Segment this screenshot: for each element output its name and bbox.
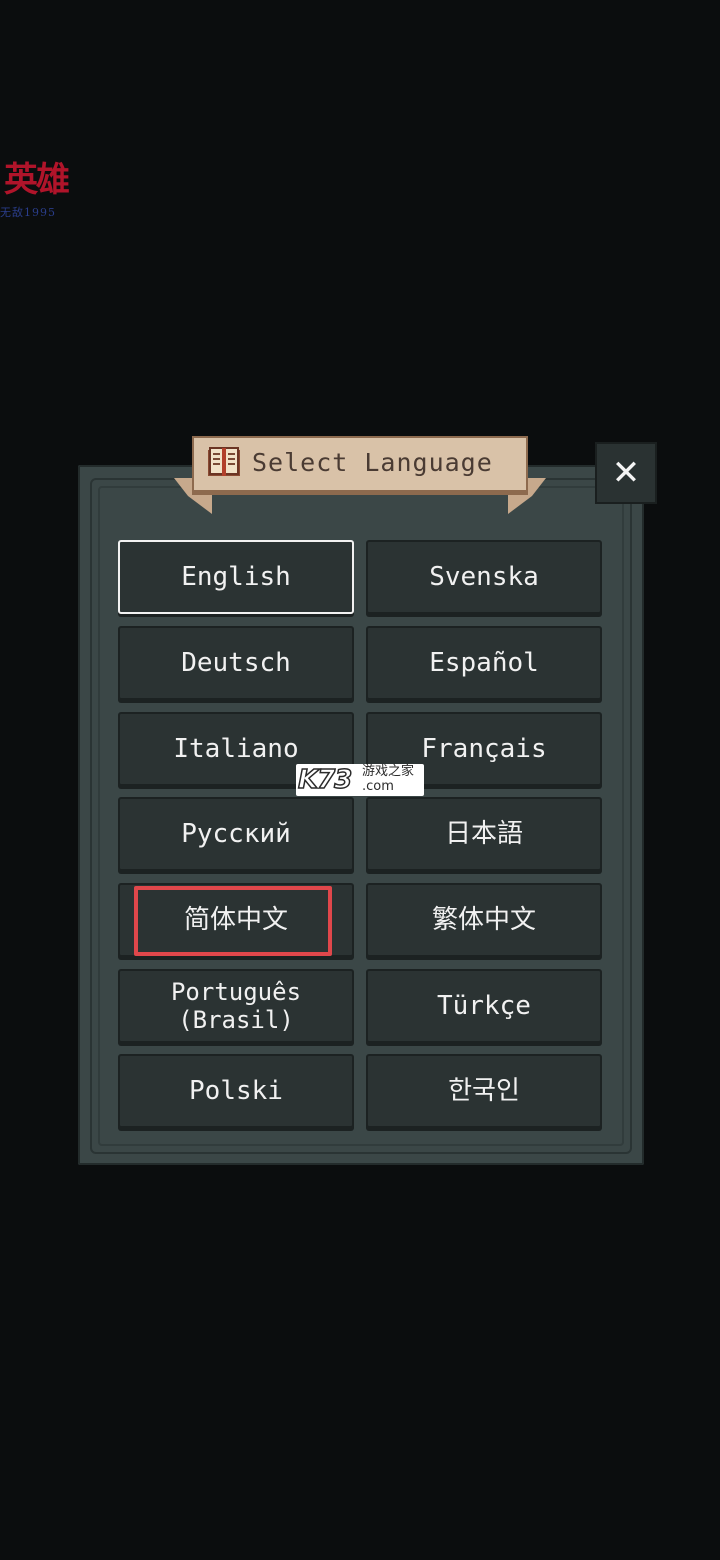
language-option-polish[interactable]: Polski — [118, 1054, 354, 1128]
language-option-japanese[interactable]: 日本語 — [366, 797, 602, 871]
watermark-domain: .com — [362, 779, 394, 794]
site-watermark: K73 游戏之家 .com — [296, 764, 424, 796]
watermark-text: 游戏之家 — [362, 764, 415, 779]
language-option-svenska[interactable]: Svenska — [366, 540, 602, 614]
language-option-portuguese-brazil[interactable]: Português (Brasil) — [118, 969, 354, 1043]
brand-logo: 英雄 无敌1995 — [0, 160, 80, 230]
dialog-title: Select Language — [252, 448, 493, 477]
language-option-turkish[interactable]: Türkçe — [366, 969, 602, 1043]
language-option-traditional-chinese[interactable]: 繁体中文 — [366, 883, 602, 957]
watermark-logo: K73 — [297, 764, 353, 796]
language-option-english[interactable]: English — [118, 540, 354, 614]
book-icon — [206, 446, 242, 480]
language-option-korean[interactable]: 한국인 — [366, 1054, 602, 1128]
close-button[interactable]: ✕ — [595, 442, 657, 504]
language-option-simplified-chinese[interactable]: 简体中文 — [118, 883, 354, 957]
language-option-espanol[interactable]: Español — [366, 626, 602, 700]
language-option-deutsch[interactable]: Deutsch — [118, 626, 354, 700]
brand-logo-text: 英雄 — [4, 160, 70, 200]
language-option-russian[interactable]: Русский — [118, 797, 354, 871]
close-icon: ✕ — [611, 453, 641, 493]
brand-logo-subtext: 无敌1995 — [0, 206, 56, 219]
